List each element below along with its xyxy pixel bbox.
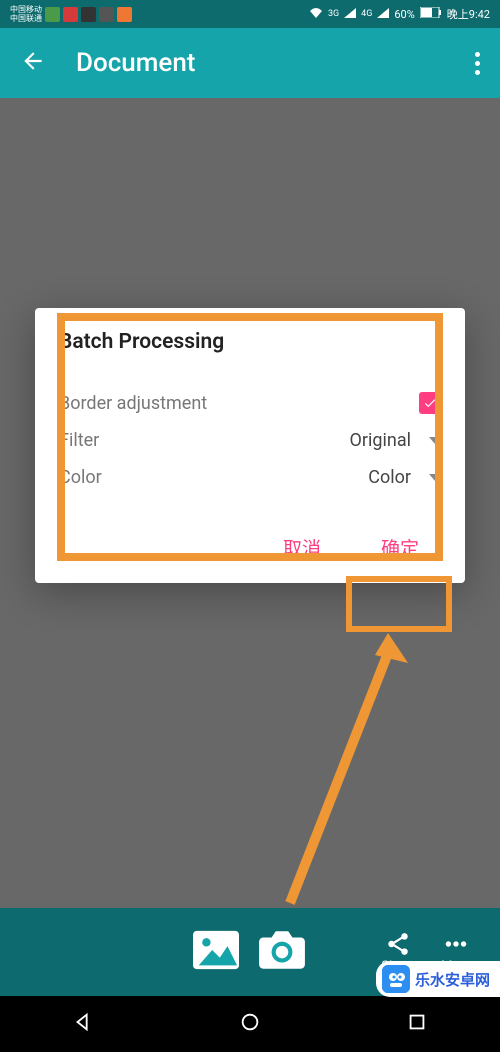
status-right: 3G 4G 60% 晚上9:42 [309, 6, 490, 22]
content-area: Batch Processing Border adjustment Filte… [0, 98, 500, 908]
color-value: Color [258, 467, 429, 488]
filter-label: Filter [59, 430, 258, 451]
nav-recent-icon[interactable] [406, 1011, 428, 1037]
carrier-labels: 中国移动 中国联通 [10, 5, 42, 23]
signal-icon-2 [377, 8, 389, 21]
border-adjustment-checkbox[interactable] [419, 392, 441, 414]
gallery-icon[interactable] [193, 930, 239, 974]
dialog-title: Batch Processing [59, 330, 441, 354]
page-title: Document [76, 48, 195, 78]
battery-percent: 60% [394, 8, 414, 21]
filter-value: Original [258, 430, 429, 451]
border-adjustment-row: Border adjustment [59, 384, 441, 422]
app-bar: Document [0, 28, 500, 98]
batch-processing-dialog: Batch Processing Border adjustment Filte… [35, 308, 465, 583]
confirm-button[interactable]: 确定 [369, 526, 431, 569]
watermark-logo-icon [382, 965, 410, 993]
app-icon-4 [99, 7, 114, 22]
overflow-menu-icon[interactable] [475, 52, 480, 75]
app-icon-1 [45, 7, 60, 22]
signal-4g: 4G [361, 9, 372, 19]
nav-back-icon[interactable] [72, 1011, 94, 1037]
system-nav-bar [0, 996, 500, 1052]
cancel-button[interactable]: 取消 [271, 526, 333, 569]
dialog-actions: 取消 确定 [59, 526, 441, 569]
status-bar: 中国移动 中国联通 3G 4G 60% 晚上9:42 [0, 0, 500, 28]
wifi-icon [309, 7, 323, 22]
app-icon-5 [117, 7, 132, 22]
filter-row[interactable]: Filter Original [59, 422, 441, 459]
chevron-down-icon [429, 474, 441, 481]
clock: 晚上9:42 [447, 6, 490, 22]
battery-icon [420, 7, 442, 21]
watermark: 乐水安卓网 [376, 961, 500, 997]
back-arrow-icon[interactable] [20, 48, 46, 78]
chevron-down-icon [429, 437, 441, 444]
app-icon-3 [81, 7, 96, 22]
watermark-text: 乐水安卓网 [415, 969, 490, 990]
signal-icon-1 [344, 8, 356, 21]
status-left: 中国移动 中国联通 [10, 5, 132, 23]
signal-3g: 3G [328, 9, 339, 19]
color-row[interactable]: Color Color [59, 459, 441, 496]
camera-icon[interactable] [257, 929, 307, 975]
app-icon-2 [63, 7, 78, 22]
border-adjustment-label: Border adjustment [59, 393, 419, 414]
nav-home-icon[interactable] [239, 1011, 261, 1037]
color-label: Color [59, 467, 258, 488]
